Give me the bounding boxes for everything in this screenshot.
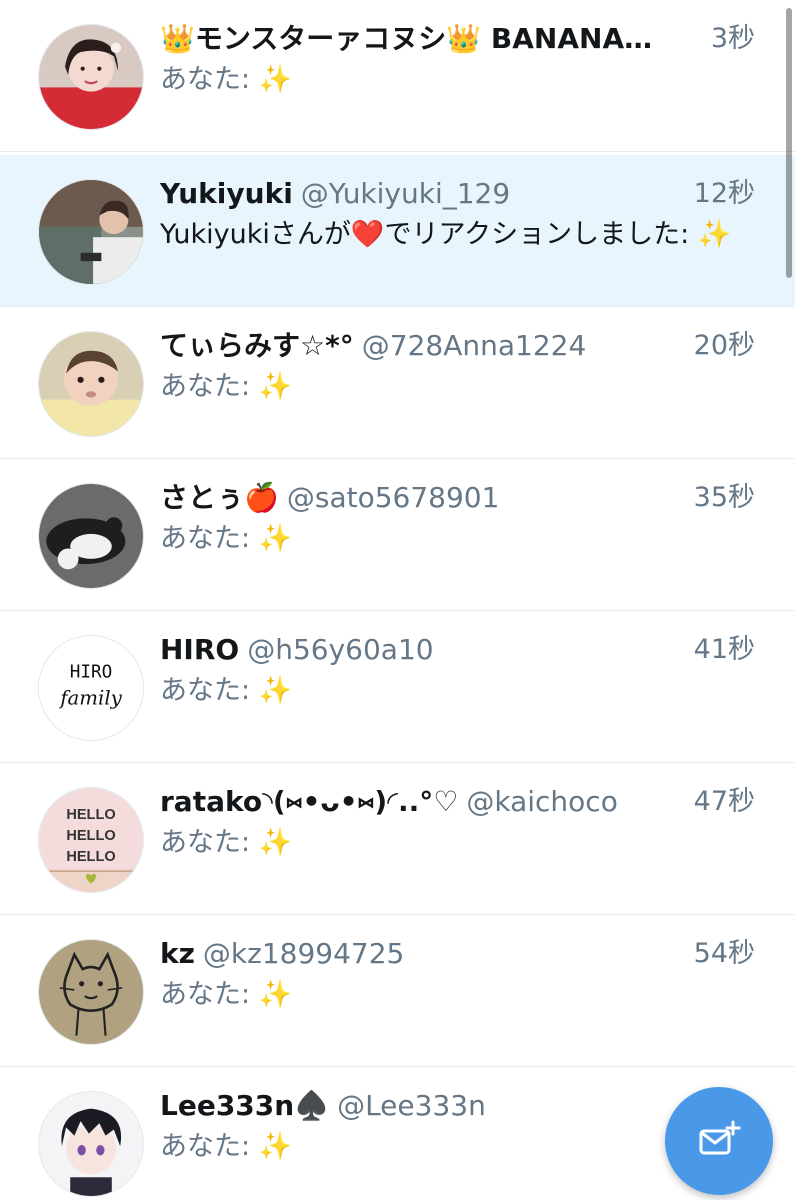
contact-name: さとぅ🍎: [160, 481, 279, 514]
contact-name: てぃらみす☆*°: [160, 329, 354, 362]
timestamp: 3秒: [710, 23, 755, 54]
scrollbar[interactable]: [786, 8, 792, 278]
avatar-boy-photo: [39, 180, 143, 284]
contact-name: kz: [160, 937, 195, 970]
avatar-text: HELLO: [66, 849, 115, 865]
avatar-hello-text: HELLO HELLO HELLO: [39, 788, 143, 892]
avatar[interactable]: [38, 1091, 144, 1197]
avatar[interactable]: [38, 331, 144, 437]
conversation-name-line: さとぅ🍎 @sato5678901: [160, 479, 670, 517]
conversation-row[interactable]: さとぅ🍎 @sato5678901 35秒 あなた: ✨: [0, 459, 795, 611]
message-preview: あなた: ✨: [160, 675, 293, 706]
avatar[interactable]: [38, 24, 144, 130]
message-preview: あなた: ✨: [160, 523, 293, 554]
timestamp: 12秒: [693, 178, 755, 209]
timestamp: 47秒: [693, 786, 755, 817]
conversation-row[interactable]: Yukiyuki @Yukiyuki_129 12秒 Yukiyukiさんが❤️で…: [0, 155, 795, 307]
avatar-anime-character: [39, 1092, 143, 1196]
avatar-cat-photo: [39, 484, 143, 588]
contact-handle: @728Anna1224: [361, 329, 587, 362]
contact-handle: @Yukiyuki_129: [300, 177, 511, 210]
contact-name: Yukiyuki: [160, 177, 293, 210]
conversation-name-line: てぃらみす☆*° @728Anna1224: [160, 327, 670, 365]
timestamp: 35秒: [693, 482, 755, 513]
conversation-row[interactable]: HIRO family HIRO @h56y60a10 41秒 あなた: ✨: [0, 611, 795, 763]
avatar[interactable]: [38, 179, 144, 285]
avatar[interactable]: HIRO family: [38, 635, 144, 741]
avatar-hiro-family-text: HIRO family: [39, 636, 143, 740]
contact-handle: @kaichoco: [466, 785, 618, 818]
avatar-text: family: [58, 687, 122, 710]
avatar-baby-photo: [39, 332, 143, 436]
contact-handle: @kz18994725: [202, 937, 405, 970]
message-preview: あなた: ✨: [160, 371, 293, 402]
avatar-text: HIRO: [70, 663, 113, 683]
message-preview: あなた: ✨: [160, 1131, 293, 1162]
new-message-icon: [699, 1120, 741, 1155]
conversation-name-line: HIRO @h56y60a10: [160, 631, 670, 669]
conversation-name-line: 👑モンスターァコヌシ👑 BANANA…: [160, 20, 670, 58]
message-preview: Yukiyukiさんが❤️でリアクションしました: ✨: [160, 219, 732, 250]
new-message-button[interactable]: [665, 1087, 773, 1195]
avatar[interactable]: [38, 939, 144, 1045]
timestamp: 41秒: [693, 634, 755, 665]
avatar[interactable]: HELLO HELLO HELLO: [38, 787, 144, 893]
contact-name: ratako◝(⑅•ᴗ•⑅)◜..°♡: [160, 785, 459, 818]
conversation-row[interactable]: HELLO HELLO HELLO ratako◝(⑅•ᴗ•⑅)◜..°♡ @ka…: [0, 763, 795, 915]
contact-handle: @h56y60a10: [247, 633, 434, 666]
avatar-cat-drawing: [39, 940, 143, 1044]
contact-name: 👑モンスターァコヌシ👑 BANANA…: [160, 22, 653, 55]
message-preview: あなた: ✨: [160, 979, 293, 1010]
contact-handle: @Lee333n: [337, 1089, 486, 1122]
timestamp: 54秒: [693, 938, 755, 969]
conversation-row[interactable]: 👑モンスターァコヌシ👑 BANANA… 3秒 あなた: ✨: [0, 0, 795, 152]
avatar-text: HELLO: [66, 828, 115, 844]
conversation-name-line: ratako◝(⑅•ᴗ•⑅)◜..°♡ @kaichoco: [160, 783, 670, 821]
conversation-row[interactable]: kz @kz18994725 54秒 あなた: ✨: [0, 915, 795, 1067]
conversation-list: 👑モンスターァコヌシ👑 BANANA… 3秒 あなた: ✨ Yukiyuki @Y…: [0, 0, 795, 1200]
contact-handle: @sato5678901: [286, 481, 500, 514]
conversation-name-line: kz @kz18994725: [160, 935, 670, 973]
conversation-name-line: Lee333n♠️ @Lee333n: [160, 1087, 670, 1125]
avatar[interactable]: [38, 483, 144, 589]
contact-name: Lee333n♠️: [160, 1089, 330, 1122]
conversation-row[interactable]: てぃらみす☆*° @728Anna1224 20秒 あなた: ✨: [0, 307, 795, 459]
message-preview: あなた: ✨: [160, 827, 293, 858]
timestamp: 20秒: [693, 330, 755, 361]
avatar-girl-photo: [39, 25, 143, 129]
avatar-text: HELLO: [66, 807, 115, 823]
contact-name: HIRO: [160, 633, 240, 666]
message-preview: あなた: ✨: [160, 64, 293, 95]
conversation-name-line: Yukiyuki @Yukiyuki_129: [160, 175, 670, 213]
